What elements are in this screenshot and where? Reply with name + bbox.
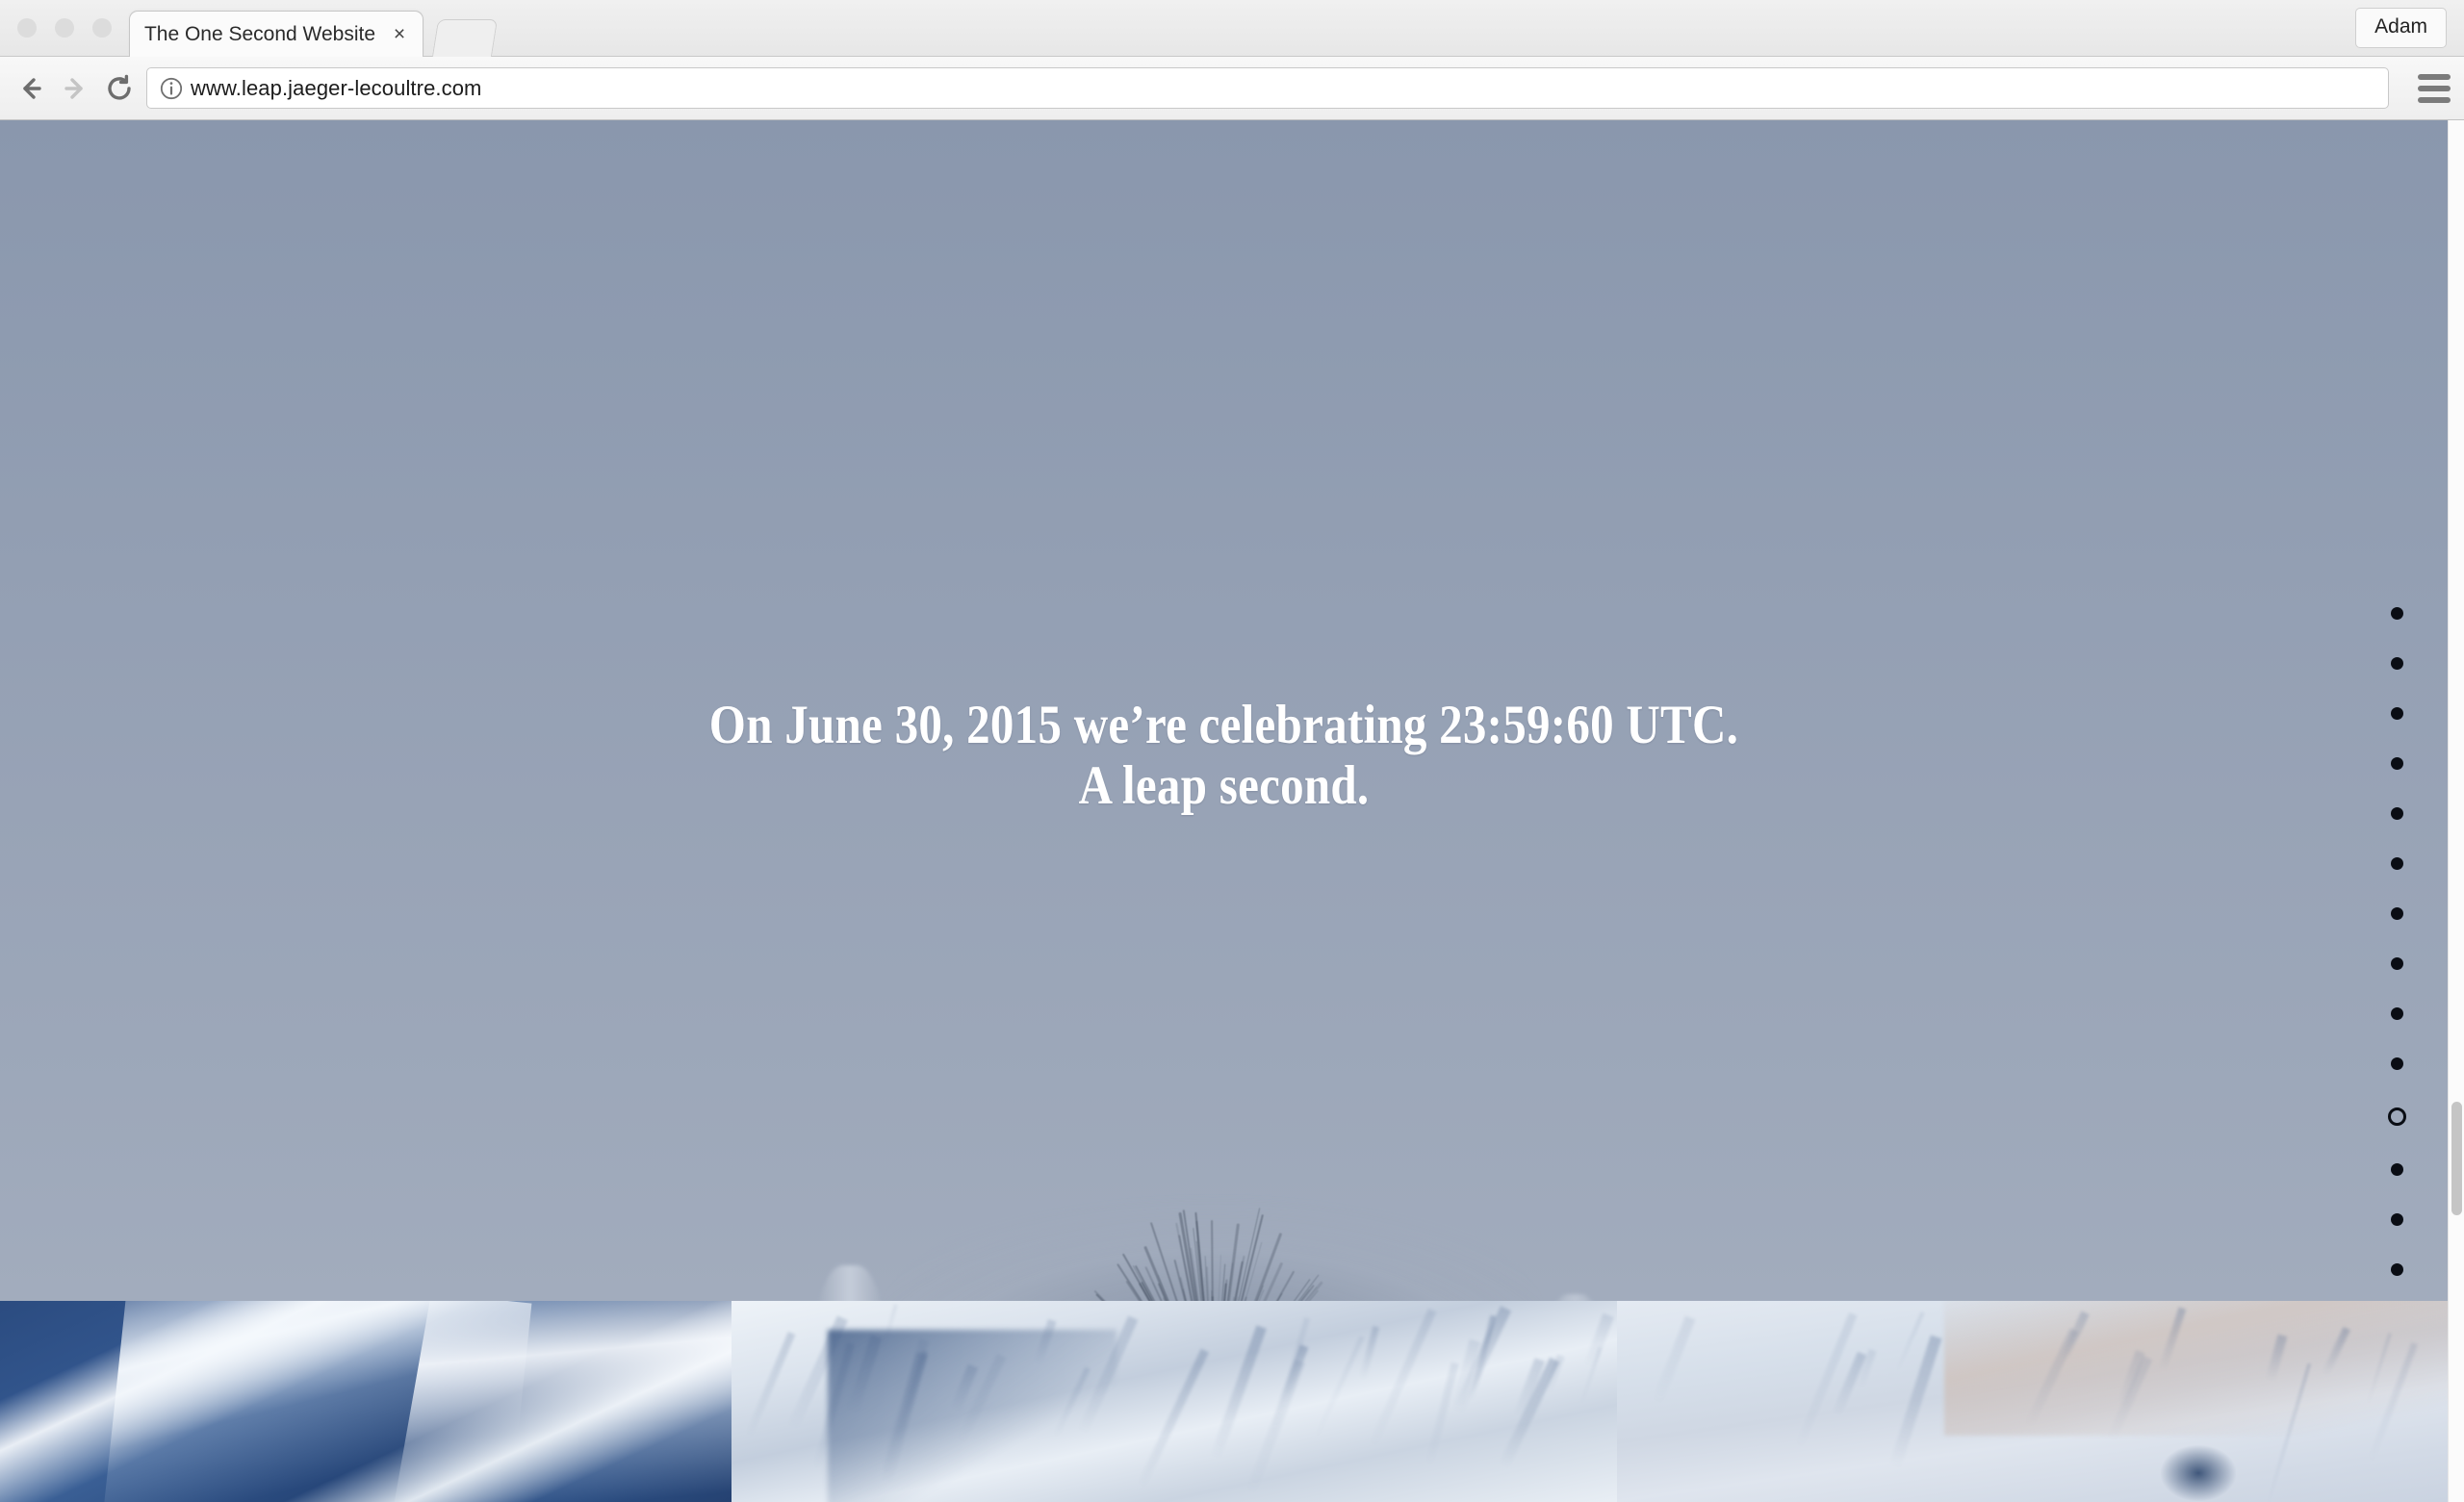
section-dot-navigation[interactable]: [2388, 607, 2406, 1276]
section-dot-5[interactable]: [2391, 807, 2403, 820]
headline-line-2: A leap second.: [171, 756, 2276, 817]
tab-title: The One Second Website: [130, 23, 390, 46]
section-dot-13[interactable]: [2391, 1213, 2403, 1226]
section-dot-12[interactable]: [2391, 1163, 2403, 1176]
minimize-window-button[interactable]: [55, 18, 74, 38]
page-viewport: On June 30, 2015 we’re celebrating 23:59…: [0, 120, 2464, 1502]
browser-toolbar: www.leap.jaeger-lecoultre.com: [0, 57, 2464, 120]
section-dot-2[interactable]: [2391, 657, 2403, 670]
section-dot-10[interactable]: [2391, 1057, 2403, 1070]
menu-line: [2418, 74, 2451, 80]
section-dot-11[interactable]: [2388, 1107, 2406, 1126]
section-dot-7[interactable]: [2391, 907, 2403, 920]
page-headline: On June 30, 2015 we’re celebrating 23:59…: [171, 696, 2276, 816]
arrow-right-icon: [56, 69, 94, 108]
new-tab-button[interactable]: [432, 19, 498, 57]
close-tab-icon[interactable]: ×: [389, 24, 410, 45]
reload-button[interactable]: [100, 69, 139, 108]
window-controls: [17, 18, 112, 38]
reload-icon: [100, 69, 139, 108]
menu-line: [2418, 97, 2451, 103]
mountain-photo-band: [0, 1301, 2448, 1502]
url-text: www.leap.jaeger-lecoultre.com: [191, 76, 481, 101]
address-bar[interactable]: www.leap.jaeger-lecoultre.com: [146, 67, 2389, 109]
browser-window: The One Second Website × Adam www.leap.j…: [0, 0, 2464, 1502]
rock-outcrop: [2161, 1445, 2236, 1501]
close-window-button[interactable]: [17, 18, 37, 38]
section-dot-14[interactable]: [2391, 1263, 2403, 1276]
zoom-window-button[interactable]: [92, 18, 112, 38]
warm-rock-band: [1944, 1301, 2448, 1436]
forward-button[interactable]: [56, 69, 94, 108]
profile-button[interactable]: Adam: [2355, 8, 2447, 48]
menu-line: [2418, 86, 2451, 91]
info-circle-icon[interactable]: [159, 76, 184, 101]
section-dot-6[interactable]: [2391, 857, 2403, 870]
section-dot-4[interactable]: [2391, 757, 2403, 770]
section-dot-1[interactable]: [2391, 607, 2403, 620]
arrow-left-icon: [12, 69, 50, 108]
page-scrollbar-track[interactable]: [2448, 120, 2464, 1502]
tab-strip: The One Second Website × Adam: [0, 0, 2464, 57]
section-dot-8[interactable]: [2391, 957, 2403, 970]
section-dot-3[interactable]: [2391, 707, 2403, 720]
snow-slope-b: [393, 1301, 781, 1502]
headline-line-1: On June 30, 2015 we’re celebrating 23:59…: [709, 695, 1738, 755]
page-scrollbar-thumb[interactable]: [2451, 1102, 2462, 1215]
section-dot-9[interactable]: [2391, 1007, 2403, 1020]
hamburger-menu-icon[interactable]: [2418, 74, 2451, 103]
browser-tab[interactable]: The One Second Website ×: [129, 11, 424, 57]
back-button[interactable]: [12, 69, 50, 108]
